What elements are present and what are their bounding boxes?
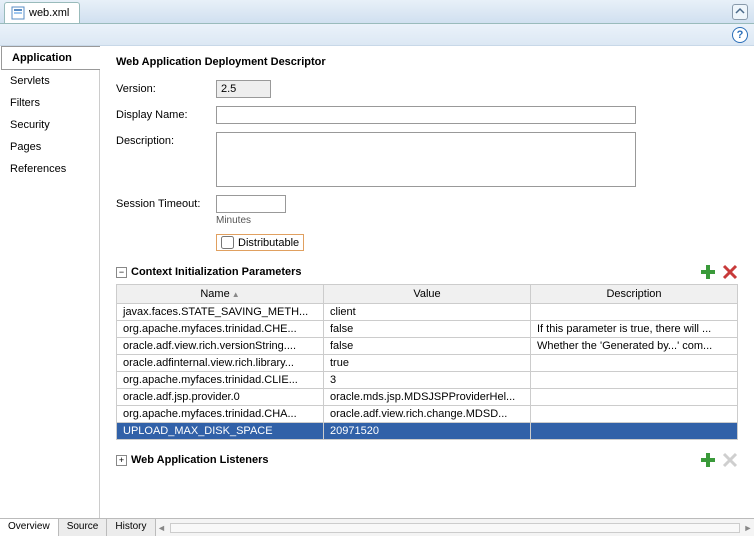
params-section-header: − Context Initialization Parameters [116,266,738,278]
editor-tab-label: web.xml [29,7,69,19]
session-timeout-field[interactable] [216,195,286,213]
cell-value: oracle.mds.jsp.MDSJSPProviderHel... [324,389,531,406]
sidebar-item-servlets[interactable]: Servlets [0,70,99,92]
table-row[interactable]: oracle.adfinternal.view.rich.library...t… [117,355,738,372]
cell-description [531,355,738,372]
col-description[interactable]: Description [531,285,738,304]
tab-source[interactable]: Source [59,519,108,536]
cell-name: javax.faces.STATE_SAVING_METH... [117,304,324,321]
description-field[interactable] [216,132,636,187]
cell-name: oracle.adf.view.rich.versionString.... [117,338,324,355]
delete-listener-icon [722,452,738,468]
help-icon[interactable]: ? [732,27,748,43]
table-row[interactable]: oracle.adf.view.rich.versionString....fa… [117,338,738,355]
sidebar-item-references[interactable]: References [0,158,99,180]
distributable-checkbox[interactable] [221,236,234,249]
cell-description: If this parameter is true, there will ..… [531,321,738,338]
col-name[interactable]: Name▲ [117,285,324,304]
version-label: Version: [116,80,216,95]
listeners-section-title: Web Application Listeners [131,454,269,466]
params-table: Name▲ Value Description javax.faces.STAT… [116,284,738,440]
minutes-label: Minutes [216,215,738,226]
col-value[interactable]: Value [324,285,531,304]
tab-history[interactable]: History [107,519,155,536]
add-listener-icon[interactable] [700,452,716,468]
distributable-label: Distributable [238,237,299,249]
cell-value: false [324,338,531,355]
cell-name: org.apache.myfaces.trinidad.CHA... [117,406,324,423]
table-row[interactable]: org.apache.myfaces.trinidad.CHA...oracle… [117,406,738,423]
params-collapse-toggle[interactable]: − [116,267,127,278]
bottom-tab-bar: Overview Source History ◄ ► [0,518,754,536]
table-row[interactable]: org.apache.myfaces.trinidad.CLIE...3 [117,372,738,389]
display-name-label: Display Name: [116,106,216,121]
add-param-icon[interactable] [700,264,716,280]
distributable-wrapper: Distributable [216,234,304,251]
cell-description: Whether the 'Generated by...' com... [531,338,738,355]
table-row[interactable]: UPLOAD_MAX_DISK_SPACE20971520 [117,423,738,440]
cell-description [531,406,738,423]
cell-value: 20971520 [324,423,531,440]
sort-asc-icon: ▲ [232,290,240,299]
sidebar-item-application[interactable]: Application [1,46,100,70]
description-label: Description: [116,132,216,147]
display-name-field[interactable] [216,106,636,124]
sidebar: Application Servlets Filters Security Pa… [0,46,100,518]
cell-value: 3 [324,372,531,389]
cell-value: true [324,355,531,372]
cell-name: oracle.adfinternal.view.rich.library... [117,355,324,372]
main-area: Application Servlets Filters Security Pa… [0,46,754,518]
cell-description [531,304,738,321]
params-section-title: Context Initialization Parameters [131,266,302,278]
scroll-left-icon[interactable]: ◄ [156,523,168,533]
collapse-button[interactable] [732,4,748,20]
scroll-right-icon[interactable]: ► [742,523,754,533]
page-title: Web Application Deployment Descriptor [116,56,738,68]
editor-tab-bar: web.xml [0,0,754,24]
sidebar-item-filters[interactable]: Filters [0,92,99,114]
version-field[interactable] [216,80,271,98]
cell-description [531,423,738,440]
sidebar-item-security[interactable]: Security [0,114,99,136]
listeners-expand-toggle[interactable]: + [116,455,127,466]
horizontal-scroll: ◄ ► [156,519,754,536]
cell-description [531,372,738,389]
cell-value: false [324,321,531,338]
xml-file-icon [11,6,25,20]
help-bar: ? [0,24,754,46]
editor-tab-webxml[interactable]: web.xml [4,2,80,23]
cell-name: org.apache.myfaces.trinidad.CLIE... [117,372,324,389]
session-timeout-label: Session Timeout: [116,195,216,210]
cell-description [531,389,738,406]
cell-value: client [324,304,531,321]
tab-overview[interactable]: Overview [0,519,59,536]
table-row[interactable]: javax.faces.STATE_SAVING_METH...client [117,304,738,321]
cell-name: org.apache.myfaces.trinidad.CHE... [117,321,324,338]
sidebar-item-pages[interactable]: Pages [0,136,99,158]
scroll-track[interactable] [170,523,741,533]
listeners-section-header: + Web Application Listeners [116,454,738,466]
cell-value: oracle.adf.view.rich.change.MDSD... [324,406,531,423]
cell-name: oracle.adf.jsp.provider.0 [117,389,324,406]
delete-param-icon[interactable] [722,264,738,280]
table-row[interactable]: org.apache.myfaces.trinidad.CHE...falseI… [117,321,738,338]
content-pane: Web Application Deployment Descriptor Ve… [100,46,754,518]
cell-name: UPLOAD_MAX_DISK_SPACE [117,423,324,440]
table-row[interactable]: oracle.adf.jsp.provider.0oracle.mds.jsp.… [117,389,738,406]
